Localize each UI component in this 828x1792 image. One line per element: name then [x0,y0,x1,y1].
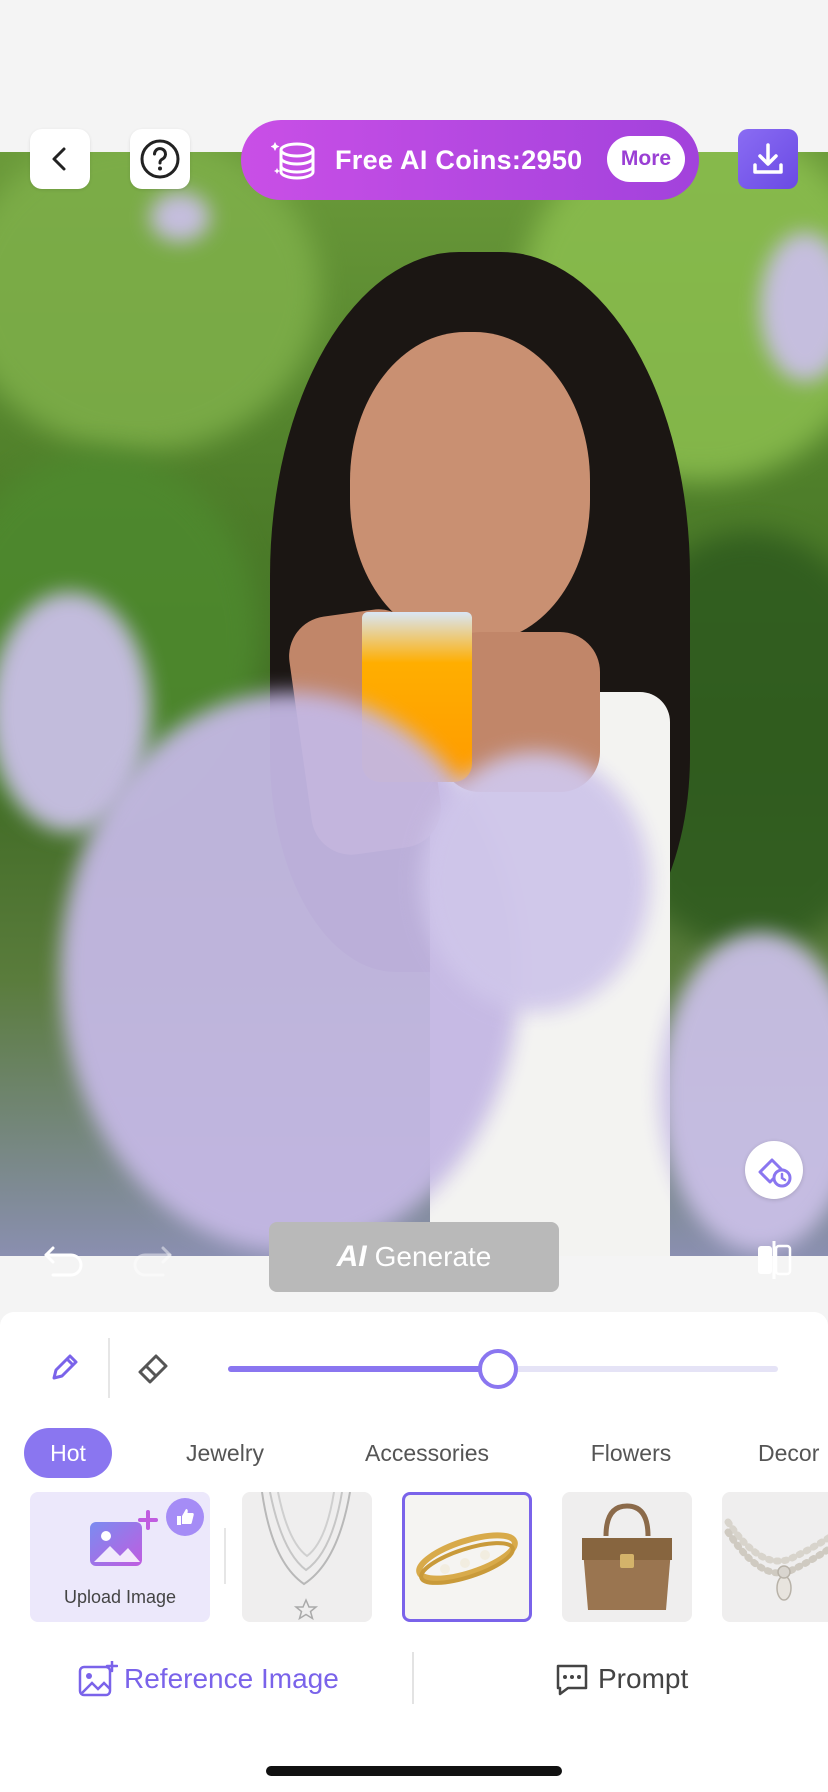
edit-photo[interactable] [0,152,828,1256]
ai-icon: AI [336,1240,367,1273]
tool-divider [108,1338,110,1398]
upload-image-button[interactable]: Upload Image [30,1492,210,1622]
coins-icon [271,142,315,180]
bottom-actions: Reference Image Prompt [0,1644,828,1714]
download-button[interactable] [738,129,798,189]
eraser-history-icon [758,1158,792,1188]
pencil-icon [52,1354,78,1380]
premium-badge [166,1498,204,1536]
home-indicator [266,1766,562,1776]
download-icon [753,143,783,174]
item-handbag[interactable] [562,1492,692,1622]
eraser-tool-button[interactable] [126,1340,182,1396]
chevron-left-icon [52,147,66,171]
question-icon [140,139,180,179]
thumbs-up-icon [177,1509,194,1525]
tab-accessories[interactable]: Accessories [352,1428,502,1478]
reference-image-button[interactable]: Reference Image [78,1644,339,1714]
brush-tool-button[interactable] [36,1340,92,1396]
more-coins-button[interactable]: More [607,136,685,182]
tab-hot[interactable]: Hot [24,1428,112,1478]
ai-coins-banner[interactable]: Free AI Coins:2950 More [241,120,699,200]
undo-button[interactable] [36,1232,92,1288]
item-divider [224,1528,226,1584]
brush-size-slider[interactable] [228,1349,778,1389]
compare-button[interactable] [746,1232,802,1288]
eraser-icon [138,1354,168,1384]
lilac-blossom [420,752,650,1012]
necklace-image [261,1492,351,1621]
back-button[interactable] [30,129,90,189]
reference-image-label: Reference Image [124,1663,339,1694]
add-image-icon [90,1510,158,1566]
lilac-blossom [60,692,520,1252]
lilac-blossom [150,192,210,242]
compare-icon [758,1241,792,1279]
face [350,332,590,642]
lilac-blossom [660,932,828,1252]
help-button[interactable] [130,129,190,189]
undo-icon [44,1246,83,1277]
coins-label: Free AI Coins:2950 [335,144,583,175]
slider-knob[interactable] [477,1349,518,1389]
add-image-icon [78,1661,118,1697]
prompt-button[interactable]: Prompt [554,1644,688,1714]
chat-icon [556,1664,588,1696]
category-tabs: Hot Jewelry Accessories Flowers Decor [0,1428,828,1478]
bracelet-image [416,1532,518,1585]
history-button[interactable] [745,1141,803,1199]
item-bracelet[interactable] [402,1492,532,1622]
bottom-divider [412,1652,414,1704]
pearl-necklace-image [724,1518,828,1601]
prompt-label: Prompt [598,1663,689,1694]
redo-icon [133,1246,172,1277]
item-strip: Upload Image [0,1492,828,1624]
generate-label: Generate [374,1241,492,1272]
item-pearl-necklace[interactable] [722,1492,828,1622]
generate-button[interactable]: AI Generate [269,1222,559,1292]
tab-jewelry[interactable]: Jewelry [170,1428,280,1478]
item-necklace[interactable] [242,1492,372,1622]
tab-flowers[interactable]: Flowers [576,1428,686,1478]
redo-button[interactable] [124,1232,180,1288]
tab-decor[interactable]: Decor [758,1428,828,1478]
upload-image-label: Upload Image [63,1587,177,1607]
slider-fill [228,1366,498,1372]
handbag-image [582,1503,672,1610]
